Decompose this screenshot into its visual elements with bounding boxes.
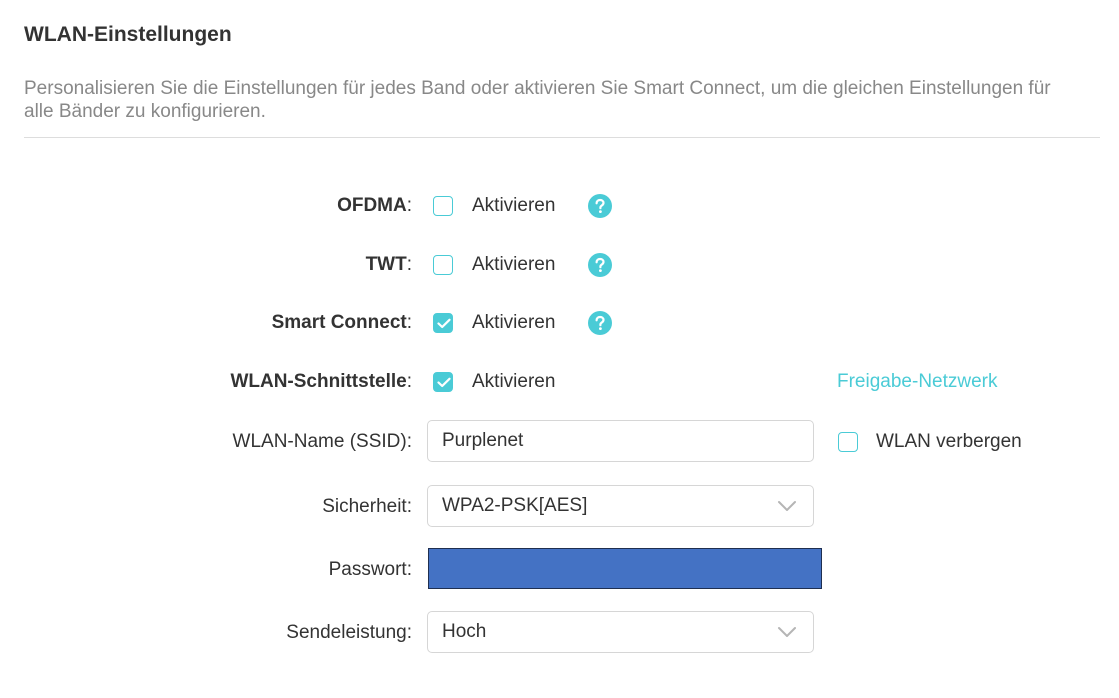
ofdma-row: OFDMA: Aktivieren <box>0 184 1119 228</box>
tx-power-label: Sendeleistung: <box>286 622 412 643</box>
wlan-interface-label: WLAN-Schnittstelle: <box>230 371 412 392</box>
ssid-row: WLAN-Name (SSID): WLAN verbergen <box>0 420 1119 464</box>
question-circle-icon[interactable] <box>588 253 612 277</box>
wlan-interface-checkbox-label[interactable]: Aktivieren <box>472 360 555 404</box>
password-redaction[interactable] <box>428 548 822 589</box>
twt-label: TWT: <box>365 254 412 275</box>
smart-connect-label: Smart Connect: <box>271 312 412 333</box>
chevron-down-icon <box>778 627 796 637</box>
ssid-input[interactable] <box>442 421 802 461</box>
smart-connect-row: Smart Connect: Aktivieren <box>0 301 1119 345</box>
ofdma-checkbox-label[interactable]: Aktivieren <box>472 184 555 228</box>
shared-network-link[interactable]: Freigabe-Netzwerk <box>837 360 998 404</box>
ssid-label: WLAN-Name (SSID): <box>232 431 412 452</box>
checkmark-icon <box>437 377 451 388</box>
chevron-down-icon <box>778 501 796 511</box>
twt-checkbox[interactable] <box>433 255 453 275</box>
smart-connect-checkbox[interactable] <box>433 313 453 333</box>
section-title: WLAN-Einstellungen <box>24 23 232 46</box>
password-row: Passwort: <box>0 548 1119 592</box>
security-select-value: WPA2-PSK[AES] <box>442 495 588 516</box>
hide-wlan-label[interactable]: WLAN verbergen <box>876 420 1022 464</box>
hide-wlan-checkbox[interactable] <box>838 432 858 452</box>
security-row: Sicherheit: WPA2-PSK[AES] <box>0 485 1119 529</box>
security-select[interactable]: WPA2-PSK[AES] <box>427 485 814 527</box>
tx-power-select[interactable]: Hoch <box>427 611 814 653</box>
ofdma-checkbox[interactable] <box>433 196 453 216</box>
security-label: Sicherheit: <box>322 496 412 517</box>
question-circle-icon[interactable] <box>588 194 612 218</box>
wlan-interface-row: WLAN-Schnittstelle: Aktivieren Freigabe-… <box>0 360 1119 404</box>
tx-power-select-value: Hoch <box>442 621 487 642</box>
section-description: Personalisieren Sie die Einstellungen fü… <box>24 78 1051 122</box>
checkmark-icon <box>437 318 451 329</box>
twt-checkbox-label[interactable]: Aktivieren <box>472 243 555 287</box>
divider <box>24 137 1100 138</box>
wlan-interface-checkbox[interactable] <box>433 372 453 392</box>
smart-connect-checkbox-label[interactable]: Aktivieren <box>472 301 555 345</box>
tx-power-row: Sendeleistung: Hoch <box>0 611 1119 655</box>
twt-row: TWT: Aktivieren <box>0 243 1119 287</box>
ofdma-label: OFDMA: <box>337 195 412 216</box>
password-label: Passwort: <box>328 559 412 580</box>
question-circle-icon[interactable] <box>588 311 612 335</box>
ssid-input-box <box>427 420 814 462</box>
